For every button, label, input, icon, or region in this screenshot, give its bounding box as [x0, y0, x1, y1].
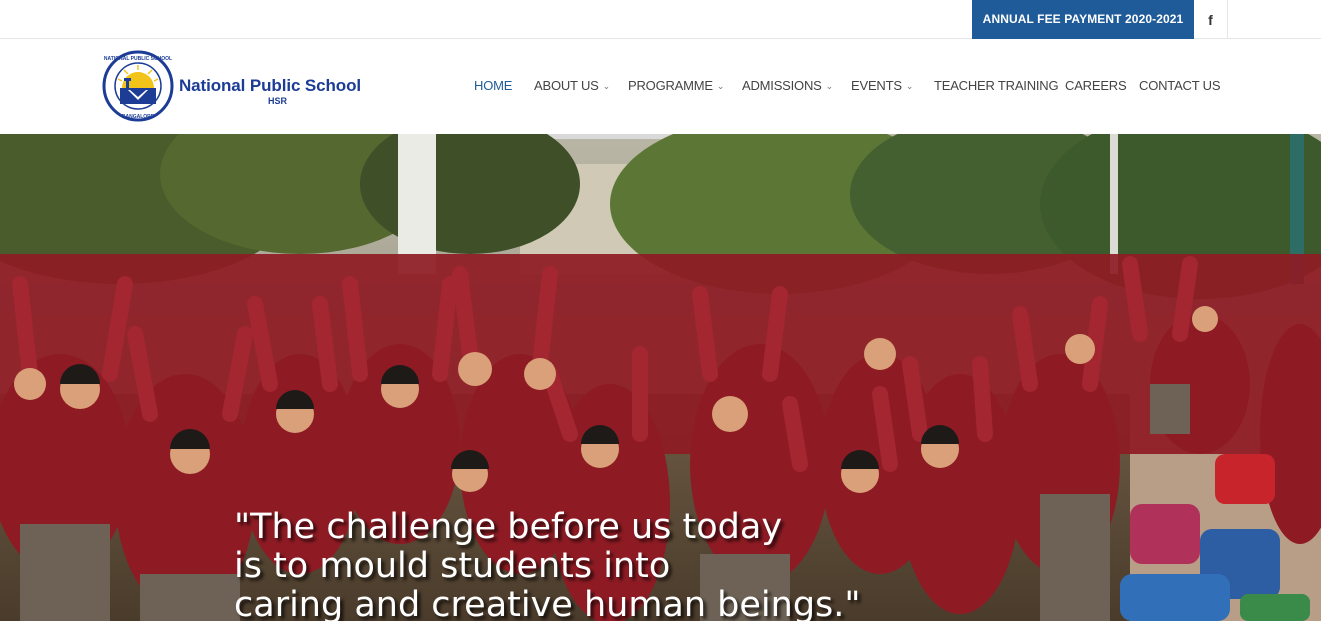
nav-events[interactable]: EVENTS ⌄ — [851, 78, 913, 93]
nav-teacher-training[interactable]: TEACHER TRAINING — [934, 78, 1059, 93]
hero-banner: "The challenge before us today is to mou… — [0, 134, 1321, 621]
quote-line: caring and creative human beings." — [234, 585, 861, 621]
chevron-down-icon: ⌄ — [905, 81, 914, 91]
quote-line: is to mould students into — [234, 546, 671, 586]
nav-careers[interactable]: CAREERS — [1065, 78, 1127, 93]
emblem-bottom-text: BANGALORE — [122, 114, 155, 120]
school-name: National Public School — [179, 76, 361, 95]
nav-contact-us[interactable]: CONTACT US — [1139, 78, 1221, 93]
annual-fee-payment-button[interactable]: ANNUAL FEE PAYMENT 2020-2021 — [972, 0, 1194, 39]
chevron-down-icon: ⌄ — [602, 81, 611, 91]
chevron-down-icon: ⌄ — [716, 81, 725, 91]
nav-about-us[interactable]: ABOUT US ⌄ — [534, 78, 610, 93]
site-header: NATIONAL PUBLIC SCHOOL BANGALORE Nationa… — [0, 39, 1321, 134]
hero-quote: "The challenge before us today is to mou… — [234, 508, 934, 621]
nav-programme[interactable]: PROGRAMME ⌄ — [628, 78, 724, 93]
chevron-down-icon: ⌄ — [825, 81, 834, 91]
facebook-icon: f — [1208, 11, 1213, 28]
school-branch: HSR — [268, 96, 288, 106]
nav-home[interactable]: HOME — [474, 78, 512, 93]
quote-line: "The challenge before us today — [234, 507, 783, 547]
emblem-top-text: NATIONAL PUBLIC SCHOOL — [104, 56, 172, 62]
facebook-link[interactable]: f — [1194, 0, 1228, 39]
school-logo[interactable]: NATIONAL PUBLIC SCHOOL BANGALORE Nationa… — [102, 50, 402, 122]
school-emblem-icon: NATIONAL PUBLIC SCHOOL BANGALORE — [102, 50, 174, 122]
nav-admissions[interactable]: ADMISSIONS ⌄ — [742, 78, 833, 93]
top-bar: ANNUAL FEE PAYMENT 2020-2021 f — [0, 0, 1321, 39]
